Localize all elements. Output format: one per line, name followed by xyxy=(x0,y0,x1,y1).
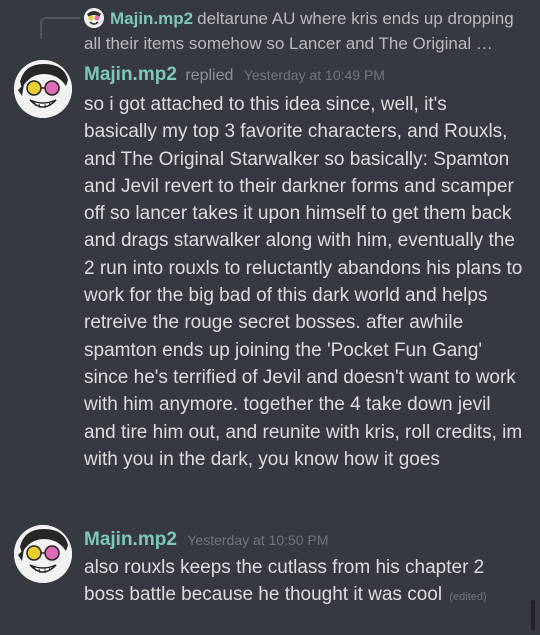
reply-author[interactable]: Majin.mp2 xyxy=(110,9,193,28)
timestamp[interactable]: Yesterday at 10:50 PM xyxy=(187,532,328,548)
message-text: so i got attached to this idea since, we… xyxy=(84,94,523,470)
reply-avatar[interactable] xyxy=(84,8,104,28)
timestamp[interactable]: Yesterday at 10:49 PM xyxy=(244,67,385,83)
scrollbar-thumb[interactable] xyxy=(531,600,535,630)
edited-label[interactable]: (edited) xyxy=(449,591,486,603)
author-name[interactable]: Majin.mp2 xyxy=(84,64,177,85)
message-text: also rouxls keeps the cutlass from his c… xyxy=(84,557,485,606)
avatar[interactable] xyxy=(14,525,72,583)
chat-log: Majin.mp2 deltarune AU where kris ends up… xyxy=(0,0,540,635)
message-content: also rouxls keeps the cutlass from his c… xyxy=(84,554,524,612)
reply-connector xyxy=(40,17,80,39)
reply-preview[interactable]: Majin.mp2 deltarune AU where kris ends up… xyxy=(84,6,534,56)
replied-label: replied xyxy=(185,67,234,84)
avatar[interactable] xyxy=(14,60,72,118)
author-name[interactable]: Majin.mp2 xyxy=(84,529,177,550)
